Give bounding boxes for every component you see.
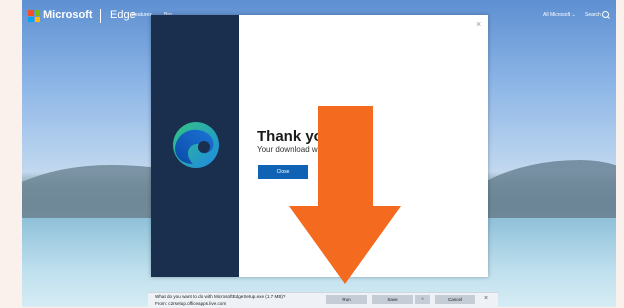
nav-divider [100,9,101,23]
cancel-button[interactable]: Cancel [435,295,475,304]
brand-label[interactable]: Microsoft [43,9,93,21]
download-question: What do you want to do with MicrosoftEdg… [155,294,286,299]
search-icon[interactable] [602,11,609,18]
nav-features-link[interactable]: Features [132,12,152,18]
run-button[interactable]: Run [326,295,367,304]
save-button[interactable]: Save [372,295,413,304]
download-source: From: c2rsetup.officeapps.live.com [155,301,227,306]
dialog-close-icon[interactable]: × [476,19,481,29]
download-notification-bar: What do you want to do with MicrosoftEdg… [148,292,498,308]
dialog-side-panel [151,15,239,277]
download-bar-close-icon[interactable]: × [484,295,488,302]
search-label[interactable]: Search [585,12,601,18]
down-arrow-icon [289,106,401,284]
save-options-chevron-icon[interactable]: ^ [415,295,430,304]
edge-logo-icon [173,122,219,168]
all-microsoft-menu[interactable]: All Microsoft ⌄ [543,12,576,18]
microsoft-logo-icon[interactable] [28,10,40,22]
